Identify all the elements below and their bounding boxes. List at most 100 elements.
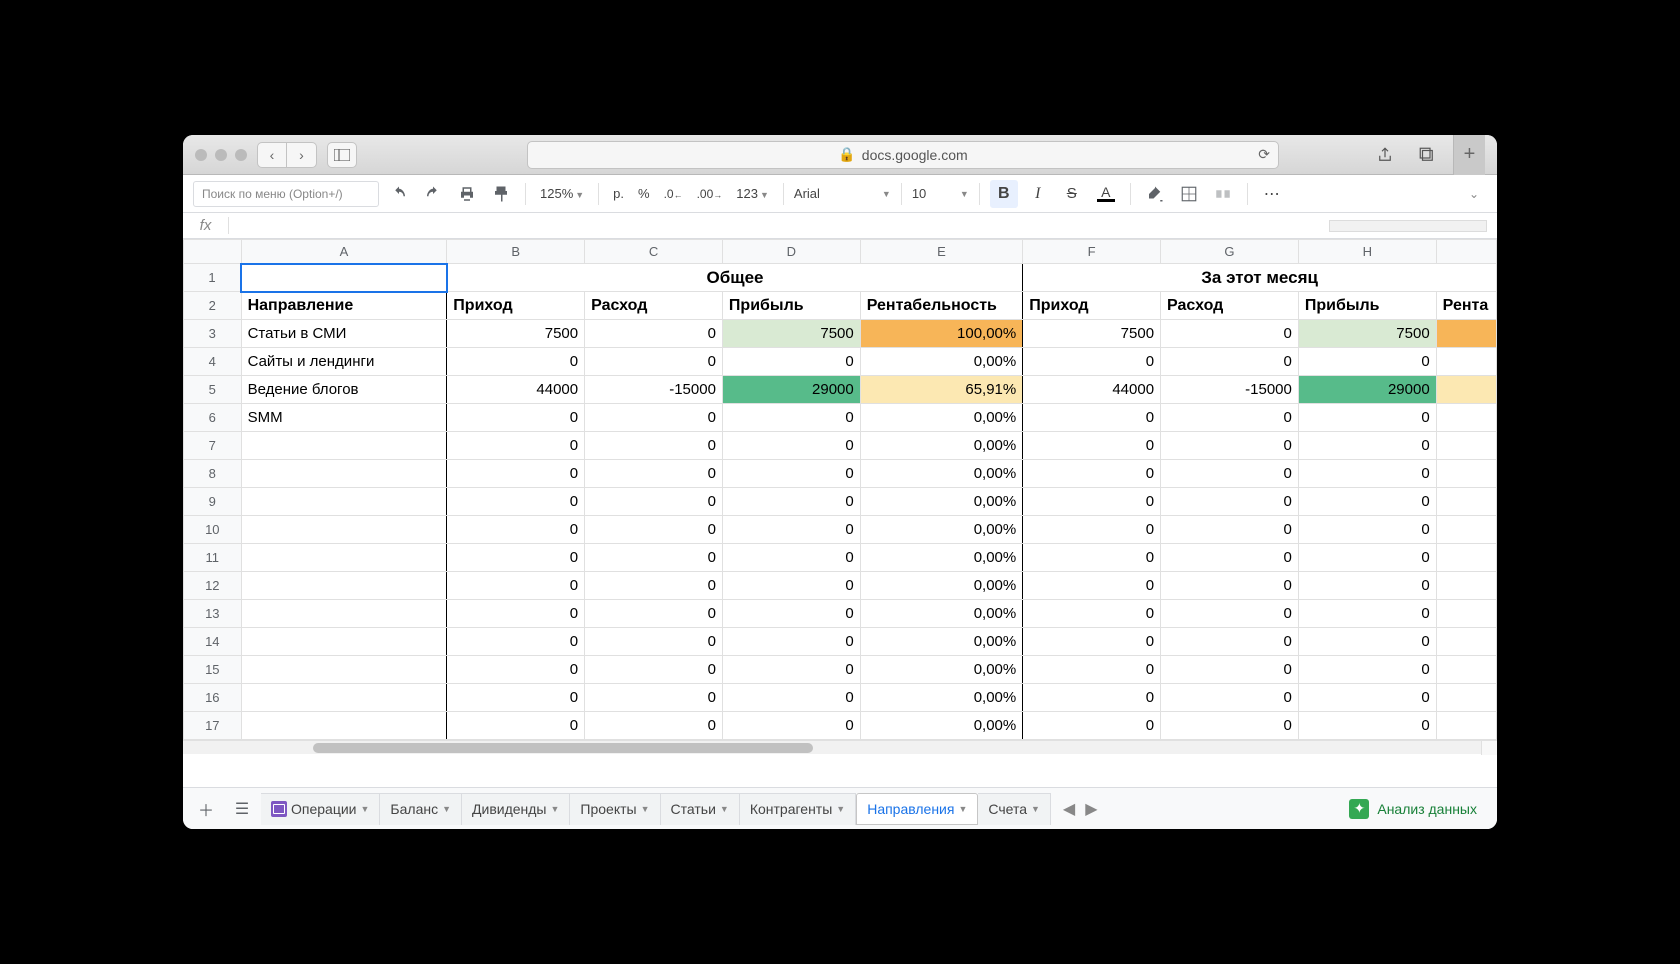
explore-button[interactable]: ✦ Анализ данных [1349,799,1491,819]
cell-expense[interactable]: 0 [585,572,723,600]
tab-scroll-left[interactable]: ◀ [1063,799,1075,819]
cell-expense-2[interactable]: 0 [1161,432,1299,460]
col-C[interactable]: C [585,240,723,264]
cell-direction[interactable] [241,432,447,460]
formula-input[interactable] [229,213,1329,238]
font-select[interactable]: Arial [794,186,874,201]
cell-income[interactable]: 0 [447,600,585,628]
cell-profit[interactable]: 0 [722,460,860,488]
sheet-tab[interactable]: Дивиденды▼ [462,793,570,825]
cell-expense[interactable]: 0 [585,712,723,740]
tab-menu-caret[interactable]: ▼ [551,804,560,814]
cell-rentability[interactable]: 0,00% [860,488,1023,516]
row-header[interactable]: 12 [184,572,242,600]
close-icon[interactable] [195,149,207,161]
font-size-select[interactable]: 10 [912,186,952,201]
row-header[interactable]: 16 [184,684,242,712]
row-header[interactable]: 17 [184,712,242,740]
tab-scroll-right[interactable]: ▶ [1085,799,1097,819]
merge-button[interactable] [1209,180,1237,208]
cell-profit-2[interactable]: 0 [1298,572,1436,600]
undo-button[interactable] [385,180,413,208]
cell-rentability-2[interactable] [1436,516,1496,544]
cell-income-2[interactable]: 7500 [1023,320,1161,348]
cell-direction[interactable]: Статьи в СМИ [241,320,447,348]
header-expense[interactable]: Расход [585,292,723,320]
grid[interactable]: A B C D E F G H 1 Общее За этот месяц [183,239,1497,740]
cell-income-2[interactable]: 0 [1023,712,1161,740]
collapse-toolbar[interactable]: ⌄ [1459,180,1487,208]
row-header[interactable]: 3 [184,320,242,348]
cell-profit[interactable]: 0 [722,432,860,460]
tab-menu-caret[interactable]: ▼ [442,804,451,814]
cell-profit-2[interactable]: 0 [1298,460,1436,488]
cell-rentability[interactable]: 0,00% [860,404,1023,432]
paint-format-button[interactable] [487,180,515,208]
row-header[interactable]: 5 [184,376,242,404]
cell-direction[interactable] [241,544,447,572]
horizontal-scrollbar[interactable] [183,740,1497,754]
cell-direction[interactable]: SMM [241,404,447,432]
cell-expense[interactable]: -15000 [585,376,723,404]
cell-direction[interactable] [241,460,447,488]
cell-expense-2[interactable]: 0 [1161,516,1299,544]
cell-income-2[interactable]: 0 [1023,656,1161,684]
col-B[interactable]: B [447,240,585,264]
row-header[interactable]: 15 [184,656,242,684]
cell-rentability[interactable]: 0,00% [860,460,1023,488]
strike-button[interactable]: S [1058,180,1086,208]
cell-income[interactable]: 0 [447,572,585,600]
cell-income-2[interactable]: 0 [1023,628,1161,656]
sheet-tab[interactable]: Статьи▼ [661,793,740,825]
group-header-total[interactable]: Общее [447,264,1023,292]
cell-profit-2[interactable]: 0 [1298,600,1436,628]
print-button[interactable] [453,180,481,208]
cell-expense-2[interactable]: 0 [1161,404,1299,432]
cell-rentability[interactable]: 0,00% [860,572,1023,600]
cell-income-2[interactable]: 0 [1023,572,1161,600]
cell-direction[interactable] [241,600,447,628]
cell-rentability[interactable]: 0,00% [860,516,1023,544]
cell-rentability[interactable]: 0,00% [860,628,1023,656]
row-header[interactable]: 7 [184,432,242,460]
tab-menu-caret[interactable]: ▼ [836,804,845,814]
zoom-icon[interactable] [235,149,247,161]
sheet-tab[interactable]: Проекты▼ [570,793,660,825]
cell-direction[interactable] [241,628,447,656]
cell-expense[interactable]: 0 [585,656,723,684]
cell-profit[interactable]: 7500 [722,320,860,348]
cell-profit[interactable]: 0 [722,572,860,600]
italic-button[interactable]: I [1024,180,1052,208]
cell-expense[interactable]: 0 [585,460,723,488]
cell-income[interactable]: 44000 [447,376,585,404]
col-E[interactable]: E [860,240,1023,264]
cell-profit[interactable]: 0 [722,684,860,712]
cell-income[interactable]: 0 [447,544,585,572]
url-bar[interactable]: 🔒 docs.google.com ⟳ [527,141,1279,169]
tabs-icon[interactable] [1411,142,1443,168]
header-income[interactable]: Приход [447,292,585,320]
header-expense-2[interactable]: Расход [1161,292,1299,320]
cell-income-2[interactable]: 0 [1023,684,1161,712]
col-D[interactable]: D [722,240,860,264]
cell-rentability-2[interactable] [1436,544,1496,572]
cell-income[interactable]: 7500 [447,320,585,348]
header-profit[interactable]: Прибыль [722,292,860,320]
col-G[interactable]: G [1161,240,1299,264]
cell-rentability[interactable]: 0,00% [860,600,1023,628]
cell-income[interactable]: 0 [447,656,585,684]
tab-menu-caret[interactable]: ▼ [1031,804,1040,814]
cell-profit[interactable]: 0 [722,348,860,376]
cell-income-2[interactable]: 0 [1023,516,1161,544]
cell-expense-2[interactable]: 0 [1161,348,1299,376]
cell-rentability-2[interactable] [1436,572,1496,600]
cell-income[interactable]: 0 [447,348,585,376]
cell-direction[interactable]: Сайты и лендинги [241,348,447,376]
cell-expense[interactable]: 0 [585,320,723,348]
cell-profit-2[interactable]: 0 [1298,656,1436,684]
row-header[interactable]: 4 [184,348,242,376]
cell-expense[interactable]: 0 [585,684,723,712]
scroll-thumb[interactable] [313,743,813,753]
cell-income[interactable]: 0 [447,488,585,516]
cell-rentability[interactable]: 100,00% [860,320,1023,348]
